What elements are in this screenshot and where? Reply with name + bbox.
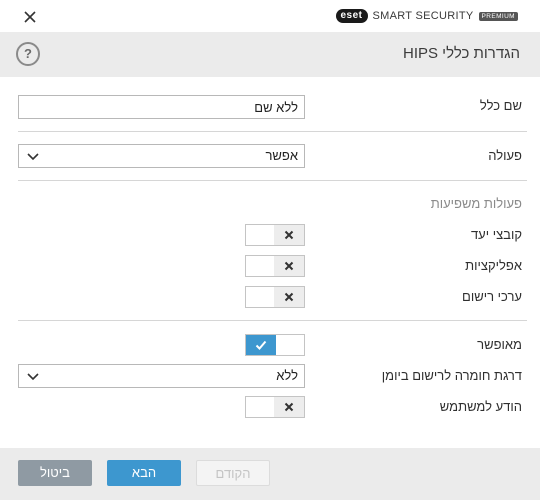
toggle-knob: [246, 335, 276, 355]
x-icon: [284, 292, 294, 302]
rule-name-input[interactable]: [18, 95, 305, 119]
log-severity-label: דרגת חומרה לרישום ביומן: [381, 368, 522, 383]
toggle-knob: [274, 256, 304, 276]
eset-logo: eset: [335, 9, 368, 23]
affected-operations-label: פעולות משפיעות: [430, 196, 522, 211]
back-button[interactable]: הקודם: [196, 460, 270, 486]
toggle-knob: [274, 287, 304, 307]
target-files-label: קובצי יעד: [470, 227, 522, 242]
action-label: פעולה: [488, 148, 522, 163]
x-icon: [284, 230, 294, 240]
log-severity-select[interactable]: ללא: [18, 364, 305, 388]
toggle-knob: [274, 225, 304, 245]
notify-user-toggle[interactable]: [245, 396, 305, 418]
applications-toggle[interactable]: [245, 255, 305, 277]
check-icon: [255, 340, 267, 350]
footer: ביטול הבא הקודם: [0, 448, 540, 500]
action-select[interactable]: אפשר: [18, 144, 305, 168]
toggle-knob: [274, 397, 304, 417]
close-button[interactable]: [20, 7, 40, 27]
target-files-toggle[interactable]: [245, 224, 305, 246]
chevron-down-icon: [27, 373, 39, 381]
enabled-toggle[interactable]: [245, 334, 305, 356]
close-icon: [24, 11, 36, 23]
applications-label: אפליקציות: [465, 258, 522, 273]
divider: [18, 180, 527, 181]
title-bar: eset SMART SECURITY PREMIUM: [0, 0, 540, 32]
x-icon: [284, 261, 294, 271]
brand: eset SMART SECURITY PREMIUM: [335, 9, 518, 23]
rule-name-label: שם כלל: [479, 98, 522, 113]
divider: [18, 131, 527, 132]
registry-entries-toggle[interactable]: [245, 286, 305, 308]
edition-badge: PREMIUM: [478, 11, 518, 21]
registry-entries-label: ערכי רישום: [462, 289, 522, 304]
notify-user-label: הודע למשתמש: [439, 399, 522, 414]
next-button[interactable]: הבא: [107, 460, 181, 486]
chevron-down-icon: [27, 153, 39, 161]
divider: [18, 320, 527, 321]
page-title: הגדרות כללי HIPS: [402, 45, 520, 62]
x-icon: [284, 402, 294, 412]
enabled-label: מאופשר: [477, 337, 522, 352]
action-select-value: אפשר: [265, 148, 298, 163]
product-name: SMART SECURITY: [372, 10, 474, 22]
log-severity-select-value: ללא: [276, 368, 298, 383]
page-header: ? הגדרות כללי HIPS: [0, 32, 540, 77]
cancel-button[interactable]: ביטול: [18, 460, 92, 486]
help-button[interactable]: ?: [16, 42, 40, 66]
